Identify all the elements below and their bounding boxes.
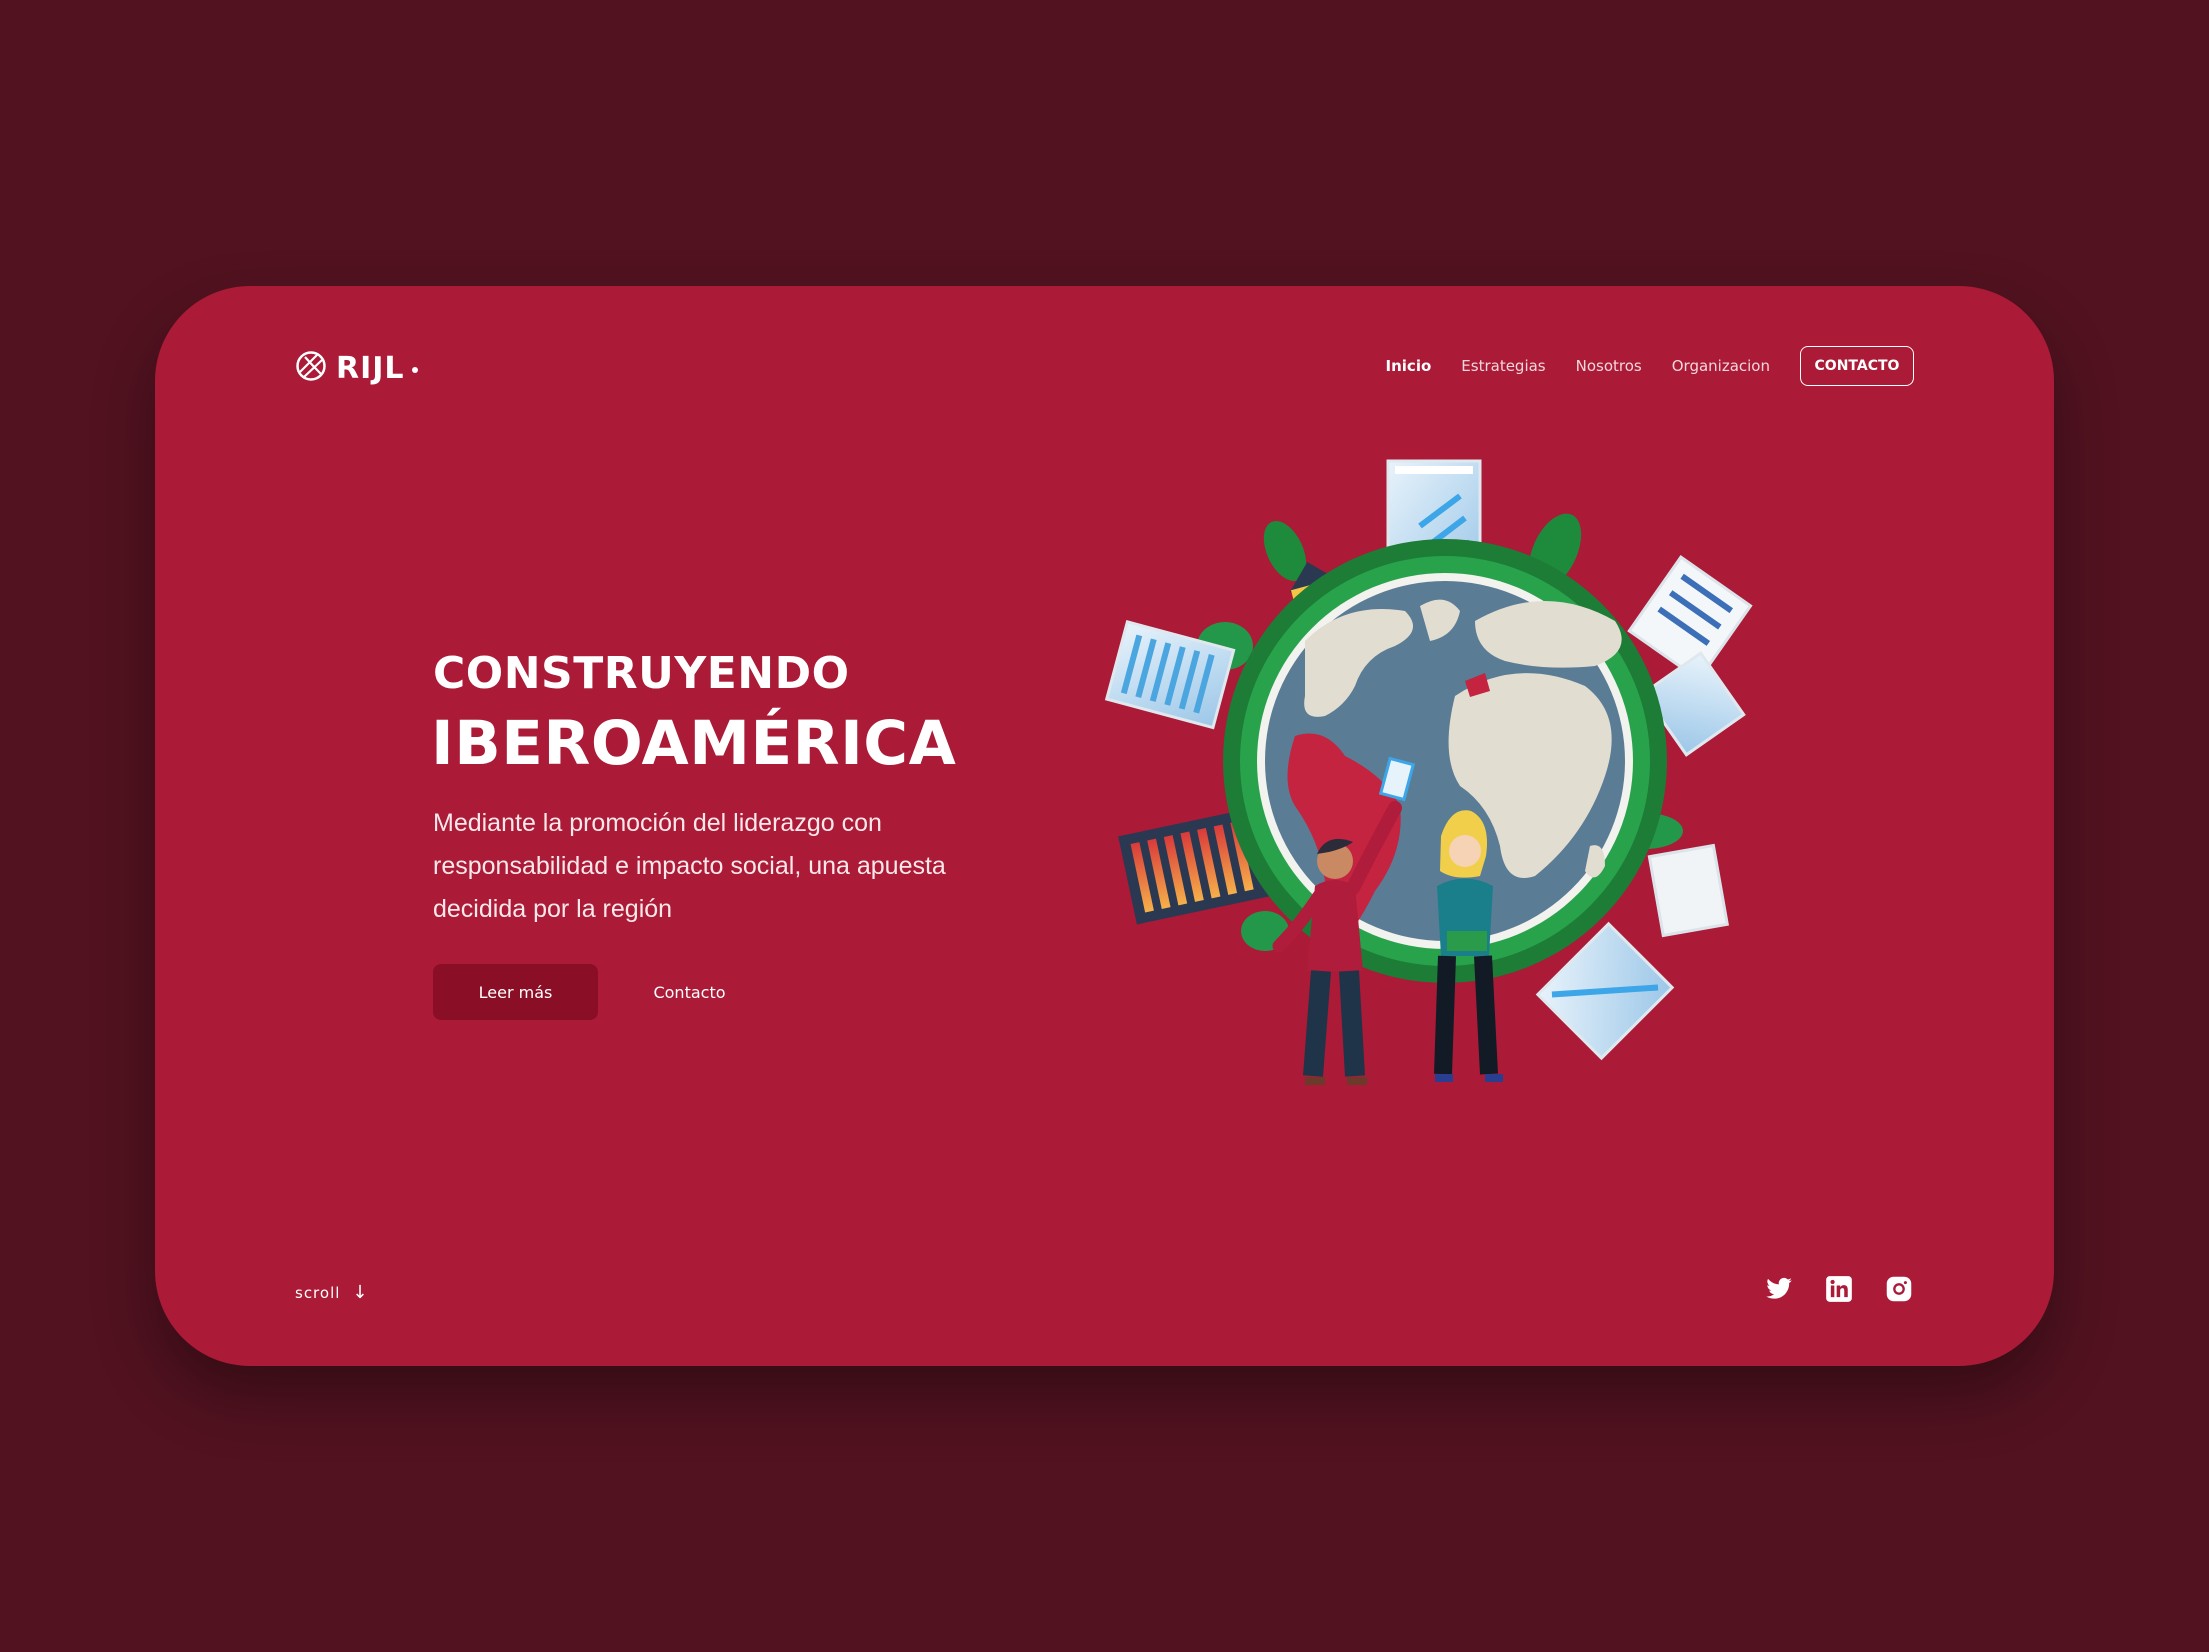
scroll-label: scroll (295, 1283, 341, 1302)
brand-dot (411, 366, 418, 373)
linkedin-icon[interactable] (1824, 1274, 1854, 1304)
nav-item-organizacion[interactable]: Organizacion (1672, 357, 1770, 375)
leer-mas-button[interactable]: Leer más (433, 964, 598, 1020)
social-links (1734, 1274, 1914, 1304)
hero-title-line2: IBEROAMÉRICA (431, 708, 957, 779)
instagram-icon[interactable] (1884, 1274, 1914, 1304)
hero-card: RIJL Inicio Estrategias Nosotros Organiz… (155, 286, 2054, 1366)
nav-item-estrategias[interactable]: Estrategias (1461, 357, 1545, 375)
brand-logo[interactable]: RIJL (295, 350, 418, 387)
nav-item-nosotros[interactable]: Nosotros (1576, 357, 1642, 375)
arrow-down-icon: ↓ (352, 1282, 369, 1303)
brand-name: RIJL (336, 351, 405, 386)
hero-description: Mediante la promoción del liderazgo con … (433, 809, 946, 923)
globe-icon (295, 350, 327, 387)
contacto-button[interactable]: Contacto (607, 964, 772, 1020)
hero-title-line1: CONSTRUYENDO (433, 648, 850, 699)
nav-item-inicio[interactable]: Inicio (1386, 357, 1432, 375)
scroll-indicator[interactable]: scroll ↓ (295, 1282, 369, 1303)
globe-illustration (1085, 456, 1805, 1156)
contacto-nav-button[interactable]: CONTACTO (1800, 346, 1914, 386)
main-nav: Inicio Estrategias Nosotros Organizacion… (1386, 345, 1914, 387)
twitter-icon[interactable] (1764, 1274, 1794, 1304)
